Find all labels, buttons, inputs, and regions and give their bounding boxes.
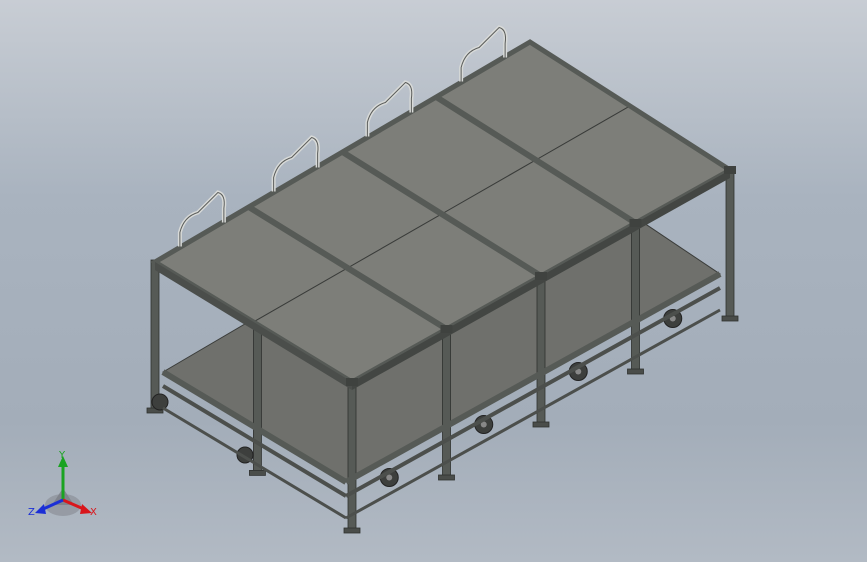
leg-foot-plate [343,527,361,534]
rack-leg [347,379,357,531]
cad-viewport[interactable]: Y X Z [0,0,867,562]
rack-model[interactable] [146,25,739,534]
x-axis-label: X [90,507,97,518]
leg-foot-plate [627,368,644,375]
beam-bracket [346,378,358,386]
leg-foot-plate [532,421,550,428]
rack-leg [631,220,640,372]
orientation-triad[interactable]: Y X Z [28,450,97,518]
caster-wheel [151,393,169,411]
rack-leg [150,259,160,411]
rack-leg [725,167,735,319]
leg-foot-plate [721,315,739,322]
y-axis-label: Y [58,450,66,461]
rack-leg [442,326,451,478]
beam-bracket [629,219,642,227]
leg-foot-plate [438,474,455,481]
beam-bracket [535,272,547,280]
beam-bracket [440,325,453,333]
rack-leg [536,273,546,425]
beam-bracket [724,166,736,174]
leg-foot-plate [249,469,266,476]
rack-assembly-drawing[interactable]: Y X Z [0,0,867,562]
z-axis-head [35,504,46,514]
z-axis-label: Z [28,507,35,518]
rack-leg [253,321,262,473]
